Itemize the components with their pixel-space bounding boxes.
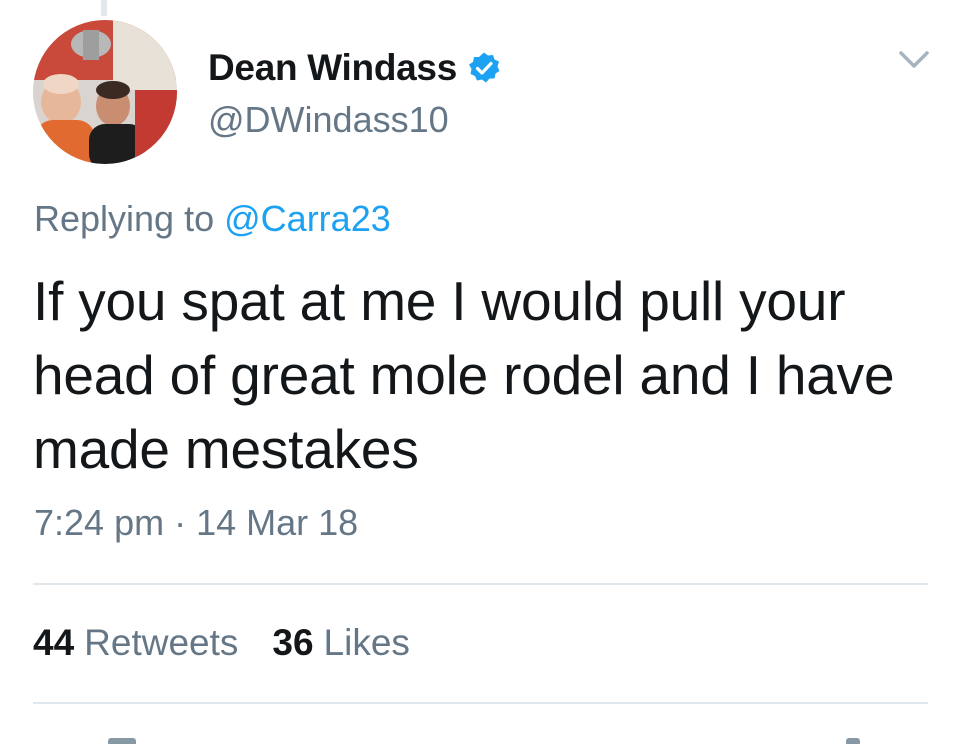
- engagement-stats: 44 Retweets 36 Likes: [33, 622, 410, 664]
- tweet-timestamp[interactable]: 7:24 pm · 14 Mar 18: [34, 502, 358, 544]
- verified-badge-icon: [467, 51, 501, 85]
- likes-stat[interactable]: 36 Likes: [272, 622, 410, 664]
- avatar-image: [33, 20, 177, 164]
- retweets-count: 44: [33, 622, 75, 663]
- likes-count: 36: [272, 622, 314, 663]
- tweet-text: If you spat at me I would pull your head…: [33, 270, 895, 480]
- replying-to-label: Replying to: [34, 198, 215, 239]
- retweets-label: Retweets: [84, 622, 239, 663]
- avatar[interactable]: [33, 20, 177, 164]
- author-handle[interactable]: @DWindass10: [208, 99, 449, 141]
- share-action-icon[interactable]: [846, 738, 860, 744]
- divider: [33, 702, 928, 704]
- author-name-row: Dean Windass: [208, 43, 501, 93]
- divider: [33, 583, 928, 585]
- retweets-stat[interactable]: 44 Retweets: [33, 622, 238, 664]
- thread-connector-line: [101, 0, 107, 16]
- reply-action-icon[interactable]: [108, 738, 136, 744]
- reply-mention-link[interactable]: @Carra23: [224, 198, 391, 239]
- display-name[interactable]: Dean Windass: [208, 47, 457, 89]
- replying-to-line: Replying to @Carra23: [34, 198, 391, 240]
- chevron-down-icon[interactable]: [895, 45, 933, 75]
- likes-label: Likes: [323, 622, 410, 663]
